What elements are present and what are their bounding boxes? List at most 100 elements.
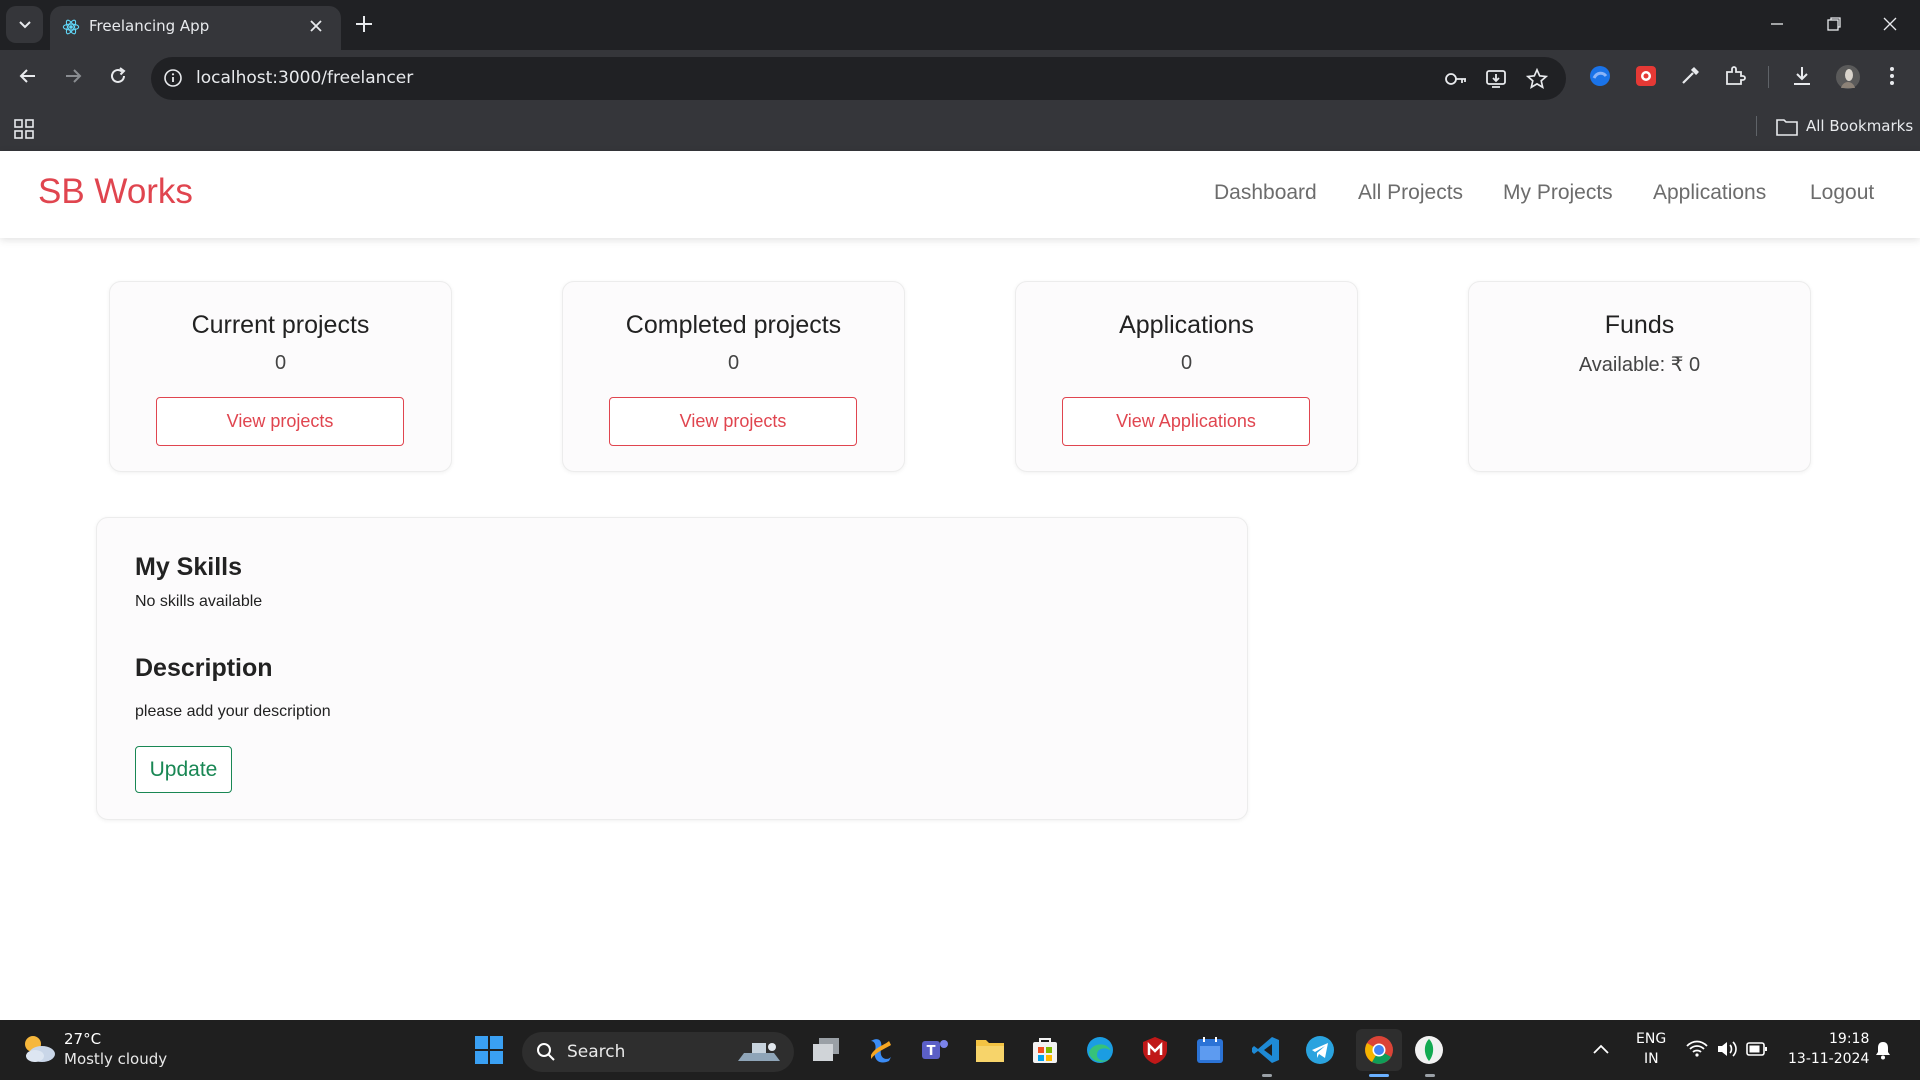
tab-search-button[interactable] — [6, 6, 43, 43]
weather-cloudy-icon[interactable] — [20, 1032, 58, 1066]
folder-icon[interactable] — [1776, 118, 1798, 136]
card-title: Funds — [1604, 311, 1675, 339]
new-tab-icon[interactable] — [354, 14, 374, 34]
chrome-icon — [1365, 1036, 1393, 1064]
calendar-app[interactable] — [1192, 1032, 1228, 1068]
url-text: localhost:3000/freelancer — [196, 68, 414, 88]
region-indicator[interactable]: IN — [1644, 1051, 1659, 1067]
taskbar-search[interactable]: Search — [522, 1032, 794, 1072]
view-applications-button[interactable]: View Applications — [1062, 397, 1310, 446]
applications-card: Applications 0 View Applications — [1015, 281, 1358, 472]
copilot-icon — [871, 1039, 891, 1063]
store-icon — [1033, 1038, 1057, 1063]
nav-dashboard[interactable]: Dashboard — [1214, 181, 1317, 205]
current-projects-card: Current projects 0 View projects — [109, 281, 452, 472]
chrome-app[interactable] — [1356, 1029, 1402, 1071]
browser-tab[interactable]: Freelancing App — [50, 6, 341, 50]
close-tab-icon[interactable] — [308, 18, 324, 34]
app-navbar: SB Works Dashboard All Projects My Proje… — [0, 151, 1920, 238]
mongodb-compass-app[interactable] — [1411, 1032, 1447, 1068]
address-bar[interactable]: localhost:3000/freelancer — [151, 57, 1566, 100]
vscode-app[interactable] — [1248, 1032, 1284, 1068]
card-value: 0 — [727, 352, 740, 374]
back-icon[interactable] — [17, 65, 39, 87]
nav-logout[interactable]: Logout — [1810, 181, 1874, 205]
teams-app[interactable]: T — [917, 1032, 953, 1068]
update-button[interactable]: Update — [135, 746, 232, 793]
store-app[interactable] — [1027, 1032, 1063, 1068]
minimize-icon[interactable] — [1769, 16, 1785, 32]
edge-icon — [1087, 1037, 1113, 1063]
profile-avatar-icon[interactable] — [1835, 64, 1861, 90]
clock-date[interactable]: 13-11-2024 — [1788, 1051, 1869, 1067]
calendar-icon — [1197, 1037, 1223, 1063]
nav-all-projects[interactable]: All Projects — [1358, 181, 1463, 205]
extension-red-icon[interactable] — [1634, 64, 1658, 88]
skills-text: No skills available — [135, 593, 263, 610]
site-info-icon[interactable] — [163, 68, 183, 88]
weather-description: Mostly cloudy — [64, 1050, 168, 1068]
view-completed-projects-button[interactable]: View projects — [609, 397, 857, 446]
volume-icon[interactable] — [1716, 1039, 1738, 1059]
funds-available: Available: ₹ 0 — [1578, 354, 1701, 376]
vscode-icon — [1252, 1037, 1279, 1063]
browser-tab-strip: Freelancing App — [0, 0, 1920, 50]
toolbar-divider — [1768, 66, 1769, 88]
search-highlight-icon — [738, 1043, 780, 1061]
browser-toolbar: localhost:3000/freelancer — [0, 50, 1920, 107]
copilot-app[interactable] — [862, 1032, 898, 1068]
nav-my-projects[interactable]: My Projects — [1503, 181, 1613, 205]
chevron-up-icon[interactable] — [1592, 1042, 1610, 1056]
mongodb-icon — [1415, 1036, 1443, 1064]
file-explorer-app[interactable] — [972, 1032, 1008, 1068]
skills-card: My Skills No skills available Descriptio… — [96, 517, 1248, 820]
bookmark-star-icon[interactable] — [1526, 68, 1548, 90]
bookmarks-divider — [1756, 116, 1757, 136]
vscode-running-indicator — [1262, 1074, 1272, 1077]
telegram-icon — [1306, 1036, 1334, 1064]
react-logo-icon — [62, 19, 80, 35]
restore-icon[interactable] — [1826, 16, 1842, 32]
folder-icon — [976, 1040, 1004, 1062]
battery-icon[interactable] — [1746, 1041, 1768, 1057]
card-value: 0 — [274, 352, 287, 374]
extension-blue-icon[interactable] — [1588, 64, 1612, 88]
more-menu-icon[interactable] — [1882, 64, 1902, 88]
svg-text:T: T — [927, 1044, 936, 1059]
windows-taskbar: 27°C Mostly cloudy Search T ENG IN 19:18… — [0, 1020, 1920, 1080]
card-title: Completed projects — [625, 311, 842, 339]
install-app-icon[interactable] — [1485, 68, 1507, 90]
completed-projects-card: Completed projects 0 View projects — [562, 281, 905, 472]
extensions-puzzle-icon[interactable] — [1723, 64, 1747, 88]
close-window-icon[interactable] — [1882, 16, 1898, 32]
task-view-button[interactable] — [808, 1032, 844, 1068]
weather-temperature: 27°C — [64, 1030, 102, 1048]
password-key-icon[interactable] — [1444, 68, 1468, 90]
clock-time[interactable]: 19:18 — [1829, 1031, 1869, 1047]
windows-logo-icon — [475, 1036, 503, 1064]
telegram-app[interactable] — [1302, 1032, 1338, 1068]
downloads-icon[interactable] — [1790, 64, 1814, 88]
edge-app[interactable] — [1082, 1032, 1118, 1068]
all-bookmarks-link[interactable]: All Bookmarks — [1806, 117, 1913, 135]
card-title: Current projects — [191, 311, 370, 339]
mcafee-app[interactable] — [1137, 1032, 1173, 1068]
notification-bell-icon[interactable] — [1874, 1040, 1892, 1060]
card-value: 0 — [1180, 352, 1193, 374]
brand-logo[interactable]: SB Works — [38, 172, 193, 212]
start-button[interactable] — [471, 1032, 507, 1068]
apps-grid-icon[interactable] — [14, 119, 34, 139]
card-title: Applications — [1119, 311, 1254, 339]
color-picker-icon[interactable] — [1678, 64, 1702, 88]
nav-applications[interactable]: Applications — [1653, 181, 1766, 205]
description-heading: Description — [135, 654, 273, 682]
chevron-down-icon — [18, 20, 31, 28]
chrome-active-indicator — [1369, 1074, 1389, 1077]
reload-icon[interactable] — [107, 65, 129, 87]
mongodb-running-indicator — [1425, 1074, 1435, 1077]
wifi-icon[interactable] — [1686, 1040, 1708, 1058]
forward-icon[interactable] — [62, 65, 84, 87]
web-page: SB Works Dashboard All Projects My Proje… — [0, 151, 1920, 1020]
language-indicator[interactable]: ENG — [1636, 1031, 1666, 1047]
view-current-projects-button[interactable]: View projects — [156, 397, 404, 446]
